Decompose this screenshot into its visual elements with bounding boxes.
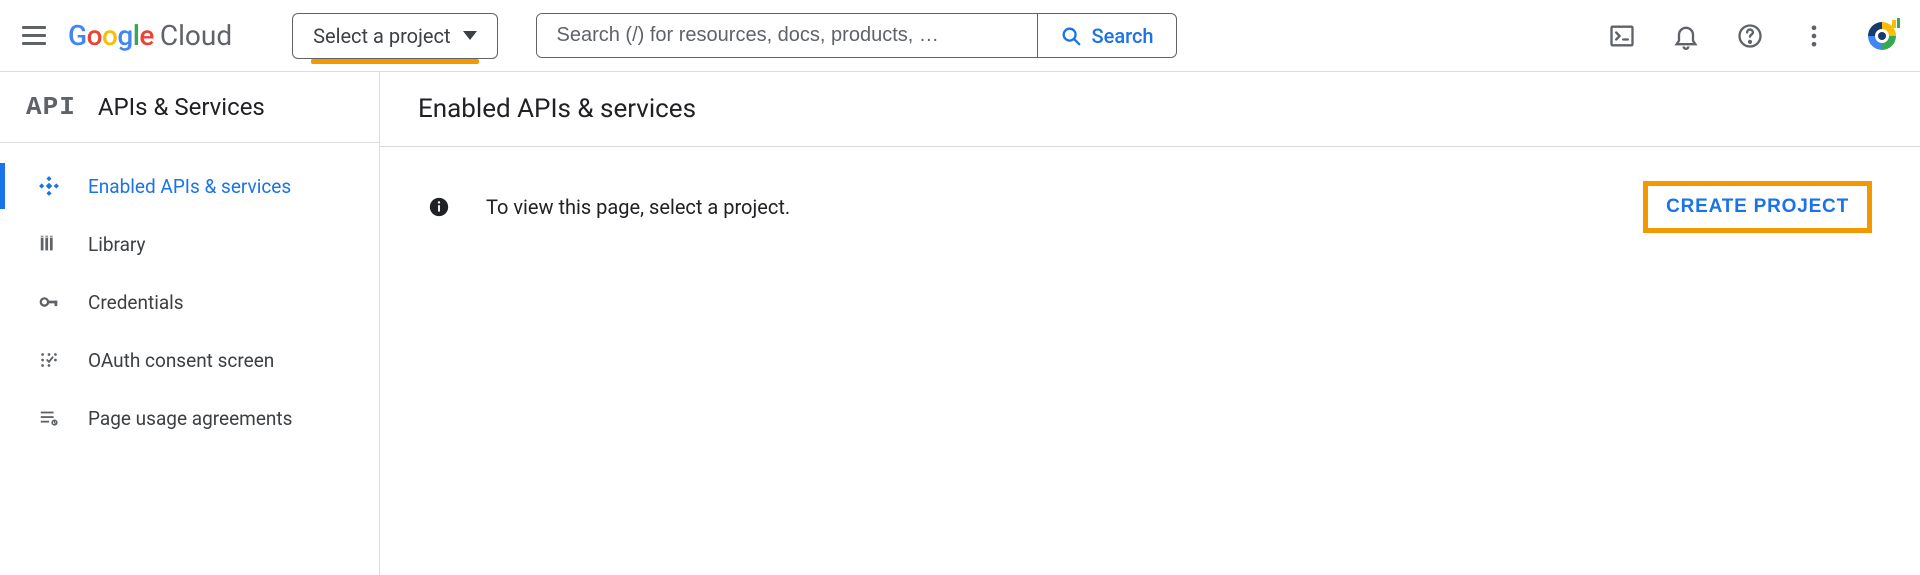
info-banner: To view this page, select a project. CRE…: [380, 147, 1920, 267]
help-icon[interactable]: [1736, 22, 1764, 50]
sidebar-item-label: OAuth consent screen: [88, 349, 274, 372]
sidebar-item-label: Library: [88, 233, 146, 256]
sidebar-item-oauth-consent[interactable]: OAuth consent screen: [0, 331, 379, 389]
google-cloud-logo[interactable]: Google Cloud: [68, 19, 232, 52]
main-header: Enabled APIs & services: [380, 72, 1920, 147]
sidebar-item-label: Page usage agreements: [88, 407, 292, 430]
sidebar-item-library[interactable]: Library: [0, 215, 379, 273]
sidebar-title: APIs & Services: [98, 93, 265, 121]
highlight-underline: [311, 59, 478, 64]
key-icon: [36, 289, 62, 315]
consent-icon: [36, 347, 62, 373]
project-selector[interactable]: Select a project: [292, 13, 497, 59]
more-options-icon[interactable]: [1800, 22, 1828, 50]
info-message: To view this page, select a project.: [486, 195, 1607, 219]
create-project-button[interactable]: CREATE PROJECT: [1643, 181, 1872, 233]
search-icon: [1060, 25, 1082, 47]
api-logo-icon: API: [26, 92, 76, 122]
sidebar-item-enabled-apis[interactable]: Enabled APIs & services: [0, 157, 379, 215]
page-title: Enabled APIs & services: [418, 94, 1882, 124]
agreements-icon: [36, 405, 62, 431]
cloud-wordmark: Cloud: [160, 19, 232, 52]
project-selector-label: Select a project: [313, 24, 450, 48]
notifications-icon[interactable]: [1672, 22, 1700, 50]
account-avatar[interactable]: [1864, 18, 1900, 54]
search-button-label: Search: [1092, 24, 1154, 48]
sidebar-nav: Enabled APIs & services Library: [0, 143, 379, 447]
sidebar-item-label: Credentials: [88, 291, 184, 314]
search-input[interactable]: [537, 14, 1037, 57]
sidebar: API APIs & Services Enabled APIs & servi…: [0, 72, 380, 575]
sidebar-item-label: Enabled APIs & services: [88, 175, 291, 198]
search-button[interactable]: Search: [1037, 14, 1176, 57]
enabled-apis-icon: [36, 173, 62, 199]
chevron-down-icon: [463, 31, 477, 40]
library-icon: [36, 231, 62, 257]
sidebar-item-credentials[interactable]: Credentials: [0, 273, 379, 331]
header-utility-icons: [1608, 18, 1900, 54]
sidebar-item-page-usage-agreements[interactable]: Page usage agreements: [0, 389, 379, 447]
main-content: Enabled APIs & services To view this pag…: [380, 72, 1920, 575]
search-group: Search: [536, 13, 1177, 58]
info-icon: [428, 196, 450, 218]
sidebar-header: API APIs & Services: [0, 72, 379, 143]
hamburger-menu-icon[interactable]: [20, 22, 48, 50]
top-header: Google Cloud Select a project Search: [0, 0, 1920, 72]
cloud-shell-icon[interactable]: [1608, 22, 1636, 50]
google-wordmark: Google: [68, 19, 154, 52]
